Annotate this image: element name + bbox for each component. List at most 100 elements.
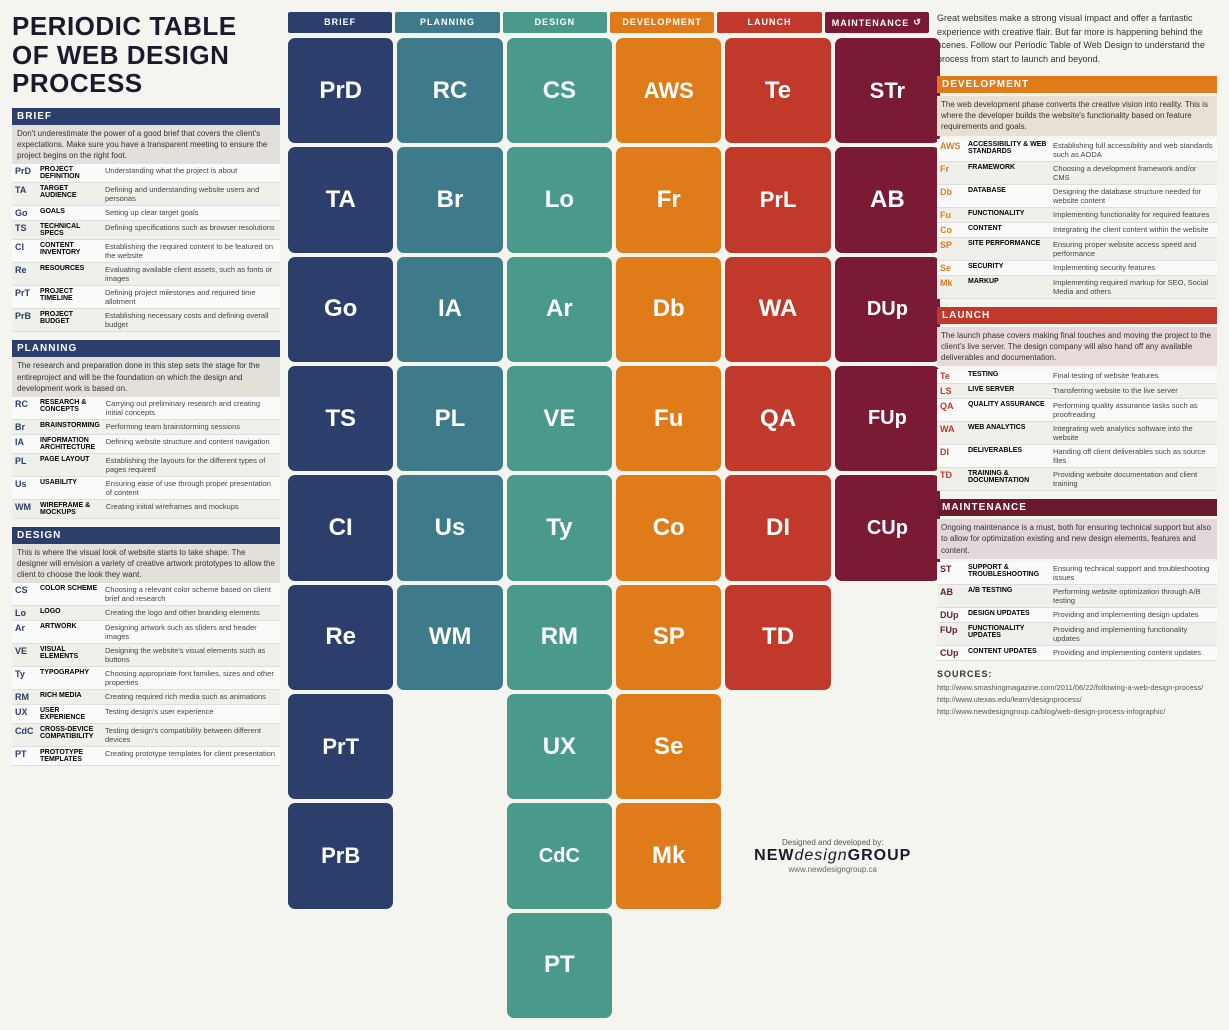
table-row: AB A/B TESTING Performing website optimi… [937,584,1217,607]
table-row: UX USER EXPERIENCE Testing design's user… [12,705,280,724]
cell-cdc[interactable]: CdC [507,803,612,908]
cell-empty-7f [835,694,940,799]
table-row: Db DATABASE Designing the database struc… [937,184,1217,207]
cell-empty-9d [616,913,721,1018]
cell-ia[interactable]: IA [397,257,502,362]
cell-go[interactable]: Go [288,257,393,362]
cell-empty-6 [835,585,940,690]
main-title: PERIODIC TABLE OF WEB DESIGN PROCESS [12,12,280,98]
cell-prt[interactable]: PrT [288,694,393,799]
table-row: PT PROTOTYPE TEMPLATES Creating prototyp… [12,747,280,766]
planning-section: PLANNING The research and preparation do… [12,340,280,519]
cell-empty-7b [397,694,502,799]
planning-header: PLANNING [12,340,280,357]
cell-di[interactable]: DI [725,475,830,580]
source-2: http://www.utexas.edu/learn/designproces… [937,694,1217,706]
cell-prd[interactable]: PrD [288,38,393,143]
right-development-section: DEVELOPMENT The web development phase co… [937,76,1217,299]
item-name: PROJECT DEFINITION [37,164,102,183]
cell-td[interactable]: TD [725,585,830,690]
table-row: TS TECHNICAL SPECS Defining specificatio… [12,221,280,240]
item-name: RESOURCES [37,263,102,286]
cell-db[interactable]: Db [616,257,721,362]
logo-area: Designed and developed by: NEWdesignGROU… [725,803,940,908]
cell-ux[interactable]: UX [507,694,612,799]
item-name: TARGET AUDIENCE [37,183,102,206]
cell-sp[interactable]: SP [616,585,721,690]
cell-ar[interactable]: Ar [507,257,612,362]
table-row: ST SUPPORT & TROUBLESHOOTING Ensuring te… [937,562,1217,585]
cell-us[interactable]: Us [397,475,502,580]
cell-rc[interactable]: RC [397,38,502,143]
item-code: PrB [12,309,37,332]
item-desc: Understanding what the project is about [102,164,280,183]
planning-table: RC RESEARCH & CONCEPTS Carrying out prel… [12,397,280,519]
cell-str[interactable]: STr [835,38,940,143]
cell-ty[interactable]: Ty [507,475,612,580]
cell-fr[interactable]: Fr [616,147,721,252]
cell-empty-7e [725,694,830,799]
cell-rm[interactable]: RM [507,585,612,690]
table-row: Mk MARKUP Implementing required markup f… [937,275,1217,298]
cell-ta[interactable]: TA [288,147,393,252]
table-row: Br BRAINSTORMING Performing team brainst… [12,419,280,434]
cell-fup[interactable]: FUp [835,366,940,471]
right-maintenance-desc: Ongoing maintenance is a must, both for … [937,519,1217,559]
brief-desc: Don't underestimate the power of a good … [12,125,280,165]
cell-dup[interactable]: DUp [835,257,940,362]
table-row: SP SITE PERFORMANCE Ensuring proper webs… [937,237,1217,260]
cell-prl[interactable]: PrL [725,147,830,252]
phase-maintenance-header: MAINTENANCE ↺ [825,12,929,33]
cell-pl[interactable]: PL [397,366,502,471]
cell-aws[interactable]: AWS [616,38,721,143]
right-launch-header: LAUNCH [937,307,1217,324]
right-maintenance-table: ST SUPPORT & TROUBLESHOOTING Ensuring te… [937,562,1217,661]
cell-qa[interactable]: QA [725,366,830,471]
cell-empty-8b [397,803,502,908]
table-row: CI CONTENT INVENTORY Establishing the re… [12,240,280,263]
cell-pt[interactable]: PT [507,913,612,1018]
table-row: PL PAGE LAYOUT Establishing the layouts … [12,453,280,476]
cell-mk[interactable]: Mk [616,803,721,908]
phase-planning-header: PLANNING [395,12,499,33]
cell-cs[interactable]: CS [507,38,612,143]
logo-brand: NEWdesignGROUP [754,847,911,865]
cell-te[interactable]: Te [725,38,830,143]
design-section: DESIGN This is where the visual look of … [12,527,280,767]
right-maintenance-header: MAINTENANCE [937,499,1217,516]
table-row: DI DELIVERABLES Handing off client deliv… [937,445,1217,468]
table-row: AWS ACCESSIBILITY & WEB STANDARDS Establ… [937,139,1217,162]
cell-wa[interactable]: WA [725,257,830,362]
maintenance-icon: ↺ [913,17,922,28]
cell-ci[interactable]: CI [288,475,393,580]
cell-empty-9a [288,913,393,1018]
table-row: PrD PROJECT DEFINITION Understanding wha… [12,164,280,183]
cell-prb[interactable]: PrB [288,803,393,908]
cell-se[interactable]: Se [616,694,721,799]
item-code: TS [12,221,37,240]
right-launch-section: LAUNCH The launch phase covers making fi… [937,307,1217,492]
cell-wm[interactable]: WM [397,585,502,690]
item-code: CI [12,240,37,263]
item-name: PROJECT TIMELINE [37,286,102,309]
table-row: Re RESOURCES Evaluating available client… [12,263,280,286]
cell-ab[interactable]: AB [835,147,940,252]
item-desc: Evaluating available client assets, such… [102,263,280,286]
cell-co[interactable]: Co [616,475,721,580]
cell-re[interactable]: Re [288,585,393,690]
table-row: Ar ARTWORK Designing artwork such as sli… [12,621,280,644]
cell-cup[interactable]: CUp [835,475,940,580]
table-row: Go GOALS Setting up clear target goals [12,206,280,221]
sources-title: SOURCES: [937,669,1217,679]
table-row: VE VISUAL ELEMENTS Designing the website… [12,644,280,667]
design-table: CS COLOR SCHEME Choosing a relevant colo… [12,583,280,766]
table-row: Fu FUNCTIONALITY Implementing functional… [937,207,1217,222]
item-name: GOALS [37,206,102,221]
cell-br[interactable]: Br [397,147,502,252]
cell-ve[interactable]: VE [507,366,612,471]
table-row: Se SECURITY Implementing security featur… [937,260,1217,275]
cell-fu[interactable]: Fu [616,366,721,471]
item-code: TA [12,183,37,206]
cell-lo[interactable]: Lo [507,147,612,252]
cell-ts[interactable]: TS [288,366,393,471]
